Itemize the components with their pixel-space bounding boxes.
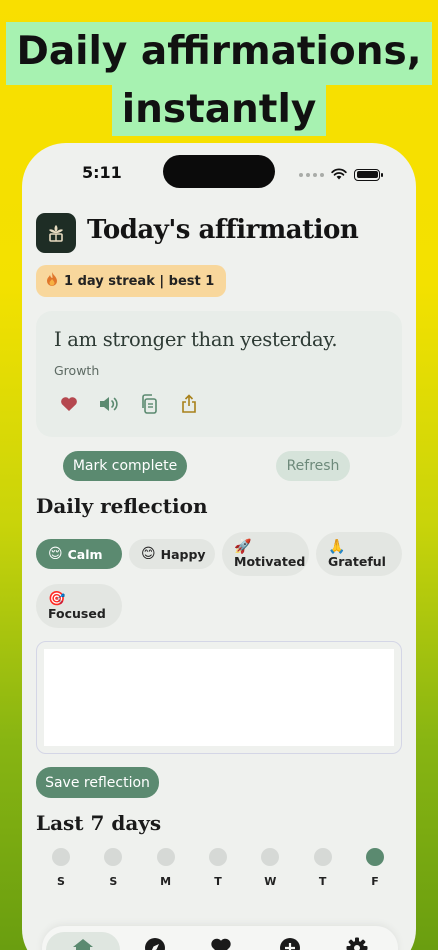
mood-chip-calm[interactable]: 😌 Calm bbox=[36, 539, 122, 569]
mood-chip-happy[interactable]: 😊 Happy bbox=[129, 539, 215, 569]
day-status-dot bbox=[313, 848, 332, 866]
mood-label: Happy bbox=[160, 546, 206, 562]
compass-icon bbox=[144, 937, 166, 950]
day-status-dot bbox=[261, 848, 280, 866]
bottom-tab-bar bbox=[42, 926, 398, 950]
day-status-dot bbox=[104, 848, 123, 866]
day-column: S bbox=[46, 848, 76, 888]
mood-label: Grateful bbox=[328, 554, 386, 569]
affirmation-text: I am stronger than yesterday. bbox=[54, 328, 338, 351]
day-label: W bbox=[264, 875, 277, 888]
refresh-button[interactable]: Refresh bbox=[276, 451, 350, 481]
status-icons bbox=[299, 165, 383, 184]
flame-icon bbox=[46, 271, 58, 291]
page-title: Today's affirmation bbox=[87, 215, 359, 245]
tab-home[interactable] bbox=[46, 932, 120, 950]
day-label: T bbox=[318, 875, 327, 888]
reflection-title: Daily reflection bbox=[36, 494, 208, 518]
day-column: W bbox=[255, 848, 285, 888]
mood-label: Motivated bbox=[234, 554, 306, 569]
app-logo-icon bbox=[36, 213, 76, 253]
add-icon bbox=[279, 937, 301, 950]
mood-label: Calm bbox=[67, 546, 103, 562]
dynamic-island bbox=[163, 155, 275, 188]
target-emoji-icon: 🎯 bbox=[48, 591, 66, 607]
home-icon bbox=[71, 937, 95, 950]
tab-add[interactable] bbox=[273, 932, 307, 950]
happy-emoji-icon: 😊 bbox=[141, 546, 156, 562]
rocket-emoji-icon: 🚀 bbox=[234, 539, 252, 555]
mood-chip-motivated[interactable]: 🚀 Motivated bbox=[222, 532, 309, 576]
heart-icon[interactable] bbox=[58, 393, 80, 415]
day-status-dot bbox=[365, 848, 384, 866]
save-reflection-button[interactable]: Save reflection bbox=[36, 767, 159, 798]
battery-icon bbox=[354, 168, 383, 181]
share-icon[interactable] bbox=[178, 393, 200, 415]
day-column: T bbox=[308, 848, 338, 888]
wifi-icon bbox=[331, 165, 347, 184]
week-tracker: S S M T W T F bbox=[46, 848, 390, 888]
day-label: M bbox=[160, 875, 172, 888]
tab-settings[interactable] bbox=[340, 932, 374, 950]
signal-dots-icon bbox=[299, 172, 324, 177]
day-label: T bbox=[214, 875, 222, 888]
headline-line-1: Daily affirmations, bbox=[6, 22, 432, 85]
affirmation-card: I am stronger than yesterday. Growth bbox=[36, 311, 402, 437]
heart-icon bbox=[210, 937, 232, 950]
phone-screen: 5:11 Today's affirmation 1 day streak | … bbox=[22, 143, 416, 950]
day-status-dot bbox=[52, 848, 70, 866]
streak-text: 1 day streak | best 1 bbox=[64, 273, 215, 289]
reflection-input[interactable] bbox=[44, 649, 394, 746]
tab-explore[interactable] bbox=[138, 932, 172, 950]
affirmation-actions bbox=[58, 393, 200, 415]
pray-emoji-icon: 🙏 bbox=[328, 539, 346, 555]
copy-icon[interactable] bbox=[138, 393, 160, 415]
day-status-dot bbox=[208, 848, 227, 866]
reflection-input-container bbox=[36, 641, 402, 754]
day-label: S bbox=[109, 875, 118, 888]
history-title: Last 7 days bbox=[36, 811, 162, 835]
mood-label: Focused bbox=[48, 606, 106, 621]
day-column: M bbox=[151, 848, 181, 888]
day-column: S bbox=[98, 848, 128, 888]
day-label: F bbox=[371, 875, 379, 888]
headline-line-2: instantly bbox=[111, 84, 327, 136]
mood-chip-grateful[interactable]: 🙏 Grateful bbox=[316, 532, 402, 576]
day-status-dot bbox=[156, 848, 175, 866]
calm-emoji-icon: 😌 bbox=[48, 546, 63, 562]
mood-chip-focused[interactable]: 🎯 Focused bbox=[36, 584, 122, 628]
day-column: F bbox=[360, 848, 390, 888]
mark-complete-button[interactable]: Mark complete bbox=[63, 451, 187, 481]
promo-headline: Daily affirmations, instantly bbox=[0, 22, 438, 136]
day-column: T bbox=[203, 848, 233, 888]
day-label: S bbox=[57, 875, 65, 888]
gear-icon bbox=[346, 937, 368, 950]
speaker-icon[interactable] bbox=[98, 393, 120, 415]
affirmation-category: Growth bbox=[54, 363, 100, 378]
tab-favorites[interactable] bbox=[204, 932, 238, 950]
status-time: 5:11 bbox=[82, 163, 122, 182]
streak-badge: 1 day streak | best 1 bbox=[36, 265, 227, 297]
